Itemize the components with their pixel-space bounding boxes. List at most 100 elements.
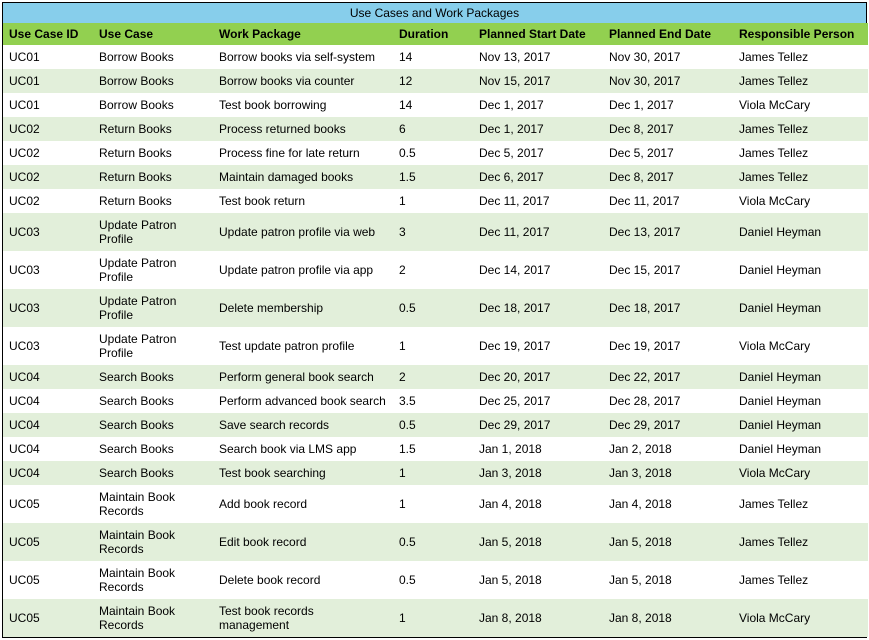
cell-duration: 1.5	[393, 437, 473, 461]
cell-work-package: Update patron profile via app	[213, 251, 393, 289]
cell-responsible: Daniel Heyman	[733, 289, 868, 327]
cell-planned-start: Dec 11, 2017	[473, 189, 603, 213]
cell-work-package: Test book records management	[213, 599, 393, 637]
cell-work-package: Test book borrowing	[213, 93, 393, 117]
cell-use-case-id: UC03	[3, 327, 93, 365]
cell-responsible: James Tellez	[733, 117, 868, 141]
cell-duration: 0.5	[393, 413, 473, 437]
cell-use-case-id: UC04	[3, 365, 93, 389]
table-row: UC03Update Patron ProfileUpdate patron p…	[3, 251, 868, 289]
cell-use-case: Search Books	[93, 389, 213, 413]
cell-planned-start: Nov 13, 2017	[473, 45, 603, 69]
cell-planned-start: Dec 11, 2017	[473, 213, 603, 251]
table-title: Use Cases and Work Packages	[3, 3, 866, 23]
cell-use-case: Search Books	[93, 437, 213, 461]
cell-work-package: Delete membership	[213, 289, 393, 327]
cell-work-package: Delete book record	[213, 561, 393, 599]
cell-duration: 14	[393, 93, 473, 117]
cell-use-case-id: UC05	[3, 485, 93, 523]
cell-use-case-id: UC03	[3, 251, 93, 289]
table-row: UC02Return BooksProcess returned books6D…	[3, 117, 868, 141]
cell-planned-start: Dec 1, 2017	[473, 93, 603, 117]
cell-planned-start: Dec 19, 2017	[473, 327, 603, 365]
cell-duration: 1	[393, 327, 473, 365]
cell-planned-end: Dec 29, 2017	[603, 413, 733, 437]
cell-responsible: Daniel Heyman	[733, 437, 868, 461]
cell-use-case-id: UC04	[3, 413, 93, 437]
cell-planned-start: Jan 4, 2018	[473, 485, 603, 523]
table-row: UC05Maintain Book RecordsAdd book record…	[3, 485, 868, 523]
cell-responsible: Viola McCary	[733, 93, 868, 117]
cell-use-case-id: UC01	[3, 69, 93, 93]
table-row: UC04Search BooksPerform general book sea…	[3, 365, 868, 389]
cell-use-case-id: UC04	[3, 461, 93, 485]
col-duration: Duration	[393, 23, 473, 45]
cell-planned-end: Nov 30, 2017	[603, 45, 733, 69]
cell-planned-start: Dec 18, 2017	[473, 289, 603, 327]
cell-use-case: Maintain Book Records	[93, 523, 213, 561]
cell-duration: 2	[393, 365, 473, 389]
cell-planned-end: Jan 5, 2018	[603, 523, 733, 561]
cell-use-case: Update Patron Profile	[93, 327, 213, 365]
cell-use-case: Return Books	[93, 165, 213, 189]
use-cases-table-container: Use Cases and Work Packages Use Case ID …	[2, 2, 867, 638]
cell-work-package: Maintain damaged books	[213, 165, 393, 189]
cell-planned-start: Dec 20, 2017	[473, 365, 603, 389]
col-planned-end: Planned End Date	[603, 23, 733, 45]
cell-work-package: Update patron profile via web	[213, 213, 393, 251]
table-row: UC02Return BooksMaintain damaged books1.…	[3, 165, 868, 189]
cell-responsible: James Tellez	[733, 141, 868, 165]
table-row: UC05Maintain Book RecordsDelete book rec…	[3, 561, 868, 599]
cell-use-case: Maintain Book Records	[93, 561, 213, 599]
cell-use-case: Borrow Books	[93, 93, 213, 117]
cell-responsible: Viola McCary	[733, 599, 868, 637]
cell-use-case-id: UC04	[3, 437, 93, 461]
cell-planned-end: Jan 2, 2018	[603, 437, 733, 461]
cell-responsible: James Tellez	[733, 45, 868, 69]
cell-duration: 0.5	[393, 289, 473, 327]
cell-responsible: Viola McCary	[733, 461, 868, 485]
cell-planned-start: Dec 6, 2017	[473, 165, 603, 189]
cell-responsible: Daniel Heyman	[733, 213, 868, 251]
cell-planned-end: Nov 30, 2017	[603, 69, 733, 93]
cell-duration: 1	[393, 461, 473, 485]
cell-responsible: James Tellez	[733, 69, 868, 93]
cell-duration: 12	[393, 69, 473, 93]
cell-planned-end: Dec 28, 2017	[603, 389, 733, 413]
cell-planned-end: Dec 13, 2017	[603, 213, 733, 251]
cell-use-case: Update Patron Profile	[93, 213, 213, 251]
table-row: UC02Return BooksProcess fine for late re…	[3, 141, 868, 165]
cell-responsible: Daniel Heyman	[733, 389, 868, 413]
cell-use-case-id: UC02	[3, 141, 93, 165]
cell-planned-start: Jan 1, 2018	[473, 437, 603, 461]
cell-duration: 6	[393, 117, 473, 141]
cell-planned-start: Dec 25, 2017	[473, 389, 603, 413]
cell-work-package: Search book via LMS app	[213, 437, 393, 461]
cell-planned-end: Jan 4, 2018	[603, 485, 733, 523]
cell-use-case: Return Books	[93, 117, 213, 141]
cell-work-package: Perform advanced book search	[213, 389, 393, 413]
cell-use-case-id: UC02	[3, 189, 93, 213]
cell-duration: 3.5	[393, 389, 473, 413]
cell-responsible: James Tellez	[733, 523, 868, 561]
cell-responsible: James Tellez	[733, 561, 868, 599]
cell-use-case-id: UC03	[3, 213, 93, 251]
table-row: UC03Update Patron ProfileTest update pat…	[3, 327, 868, 365]
cell-planned-start: Dec 29, 2017	[473, 413, 603, 437]
cell-use-case: Update Patron Profile	[93, 289, 213, 327]
cell-work-package: Edit book record	[213, 523, 393, 561]
cell-planned-start: Dec 5, 2017	[473, 141, 603, 165]
cell-duration: 2	[393, 251, 473, 289]
cell-responsible: Daniel Heyman	[733, 365, 868, 389]
cell-use-case-id: UC05	[3, 523, 93, 561]
table-row: UC03Update Patron ProfileUpdate patron p…	[3, 213, 868, 251]
cell-planned-start: Jan 3, 2018	[473, 461, 603, 485]
cell-use-case: Search Books	[93, 461, 213, 485]
cell-duration: 0.5	[393, 561, 473, 599]
cell-use-case: Borrow Books	[93, 69, 213, 93]
table-row: UC03Update Patron ProfileDelete membersh…	[3, 289, 868, 327]
cell-planned-end: Jan 3, 2018	[603, 461, 733, 485]
cell-duration: 0.5	[393, 141, 473, 165]
cell-work-package: Test book return	[213, 189, 393, 213]
cell-planned-start: Jan 8, 2018	[473, 599, 603, 637]
